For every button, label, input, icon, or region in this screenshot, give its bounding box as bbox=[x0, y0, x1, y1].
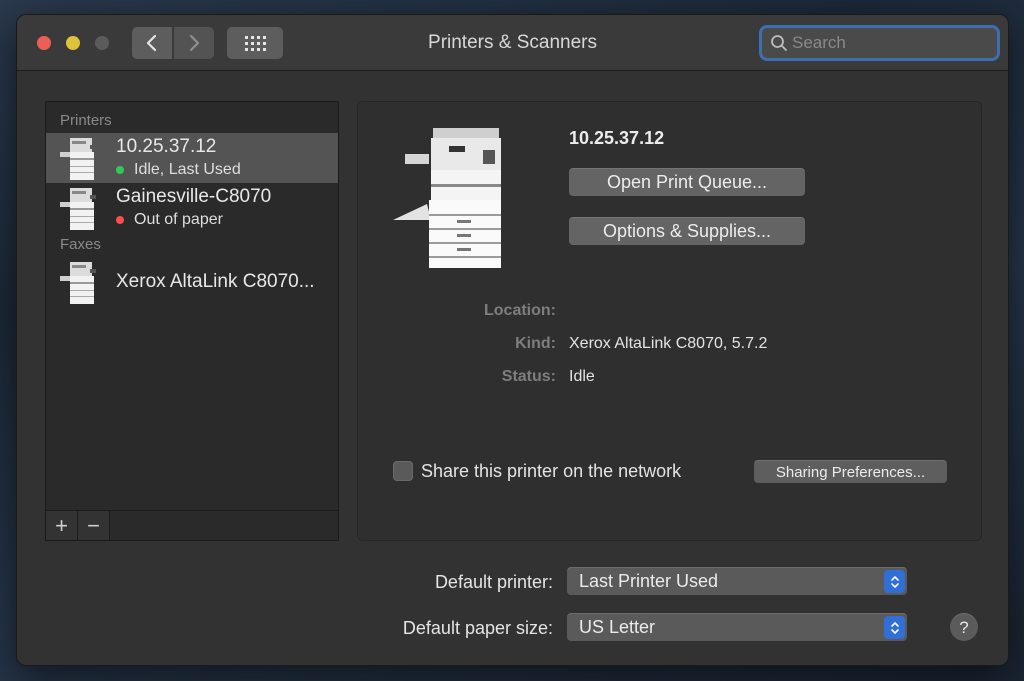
printer-name: 10.25.37.12 bbox=[116, 136, 217, 157]
printer-row-gainesville[interactable]: Gainesville-C8070 Out of paper bbox=[46, 183, 338, 233]
share-printer-label: Share this printer on the network bbox=[421, 461, 682, 481]
printer-list: Printers 10.25.37.12 Idle, Last Used Gai bbox=[45, 101, 339, 511]
title-bar: Printers & Scanners bbox=[17, 15, 1008, 71]
default-printer-value: Last Printer Used bbox=[579, 571, 719, 591]
printer-detail-panel: 10.25.37.12 Open Print Queue... Options … bbox=[357, 101, 982, 541]
printer-status-text: Idle, Last Used bbox=[134, 161, 241, 178]
fax-row-xerox[interactable]: Xerox AltaLink C8070... bbox=[46, 257, 338, 307]
faxes-section-header: Faxes bbox=[60, 236, 101, 253]
printers-section-header: Printers bbox=[60, 112, 112, 129]
remove-printer-button[interactable]: − bbox=[78, 511, 110, 540]
default-printer-select[interactable]: Last Printer Used bbox=[567, 567, 907, 595]
options-supplies-button[interactable]: Options & Supplies... bbox=[569, 217, 805, 245]
search-icon bbox=[771, 35, 787, 51]
status-label: Status: bbox=[501, 368, 556, 385]
default-printer-label: Default printer: bbox=[434, 572, 553, 592]
location-label: Location: bbox=[484, 302, 556, 319]
status-dot-icon bbox=[116, 216, 124, 224]
help-button[interactable]: ? bbox=[950, 613, 978, 641]
status-value: Idle bbox=[569, 368, 595, 385]
printers-scanners-window: Printers & Scanners Printers 10.25.37.12… bbox=[16, 14, 1009, 666]
list-footer: + − bbox=[45, 511, 339, 541]
kind-value: Xerox AltaLink C8070, 5.7.2 bbox=[569, 335, 768, 352]
printer-status: Out of paper bbox=[116, 211, 223, 229]
printer-status: Idle, Last Used bbox=[116, 161, 241, 179]
add-printer-button[interactable]: + bbox=[46, 511, 78, 540]
fax-icon bbox=[60, 262, 96, 304]
status-dot-icon bbox=[116, 166, 124, 174]
printer-status-text: Out of paper bbox=[134, 211, 223, 228]
printer-row-10-25-37-12[interactable]: 10.25.37.12 Idle, Last Used bbox=[46, 133, 338, 183]
share-printer-checkbox[interactable] bbox=[393, 461, 413, 481]
kind-label: Kind: bbox=[515, 335, 556, 352]
default-paper-select[interactable]: US Letter bbox=[567, 613, 907, 641]
select-stepper-icon bbox=[884, 616, 905, 639]
default-paper-value: US Letter bbox=[579, 617, 656, 637]
select-stepper-icon bbox=[884, 570, 905, 593]
printer-icon bbox=[60, 188, 96, 230]
fax-name: Xerox AltaLink C8070... bbox=[116, 271, 315, 292]
default-paper-label: Default paper size: bbox=[402, 618, 553, 638]
sharing-preferences-button[interactable]: Sharing Preferences... bbox=[754, 460, 947, 483]
search-field[interactable] bbox=[759, 25, 1000, 61]
printer-image-icon bbox=[393, 128, 501, 268]
selected-printer-name: 10.25.37.12 bbox=[569, 128, 665, 148]
open-print-queue-button[interactable]: Open Print Queue... bbox=[569, 168, 805, 196]
printer-icon bbox=[60, 138, 96, 180]
search-input[interactable] bbox=[792, 33, 982, 53]
printer-name: Gainesville-C8070 bbox=[116, 186, 272, 207]
